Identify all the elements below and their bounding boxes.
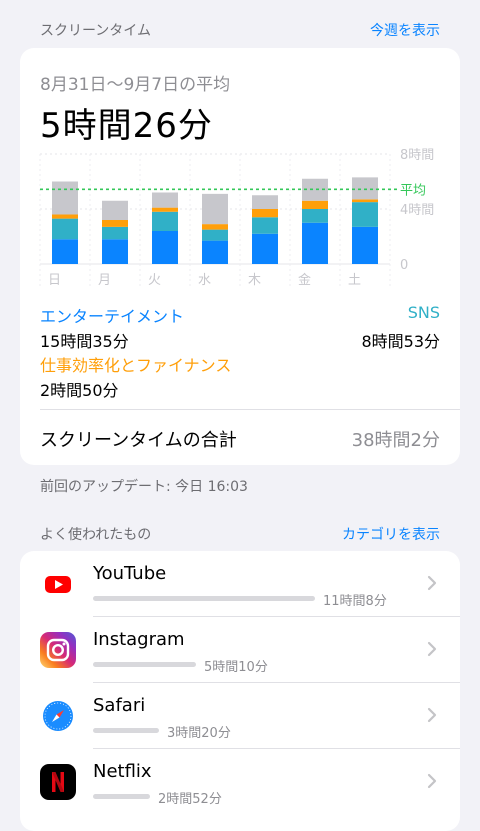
y-tick-label: 0 xyxy=(400,258,408,273)
app-name: Netflix xyxy=(93,761,152,782)
weekly-usage-chart[interactable]: 日 月 火 水 木 金 土 平均 8時間 4時間 0 xyxy=(20,148,460,298)
x-tick-label: 日 xyxy=(48,273,61,288)
bar-segment xyxy=(52,239,78,264)
y-tick-label: 4時間 xyxy=(400,203,434,218)
usage-bar xyxy=(93,728,159,733)
most-used-card: YouTube 11時間8分 Instagram 5時間10分 Safari 3… xyxy=(20,551,460,831)
usage-bar xyxy=(93,596,315,601)
screen-time-section-header: スクリーンタイム 今週を表示 xyxy=(40,20,440,40)
category-productivity-value: 2時間50分 xyxy=(40,381,119,400)
x-tick-label: 土 xyxy=(348,273,361,288)
category-entertainment-label: エンターテイメント xyxy=(40,307,185,326)
legend-row-2: 15時間35分 8時間53分 xyxy=(40,328,440,352)
bar-segment xyxy=(52,218,78,240)
chevron-right-icon xyxy=(427,773,437,789)
instagram-icon xyxy=(40,632,76,668)
app-row-netflix[interactable]: Netflix 2時間52分 xyxy=(20,749,460,815)
bar-segment xyxy=(352,202,378,227)
usage-time: 5時間10分 xyxy=(204,660,268,675)
bar-segment xyxy=(152,231,178,264)
bar-segment xyxy=(252,195,278,209)
x-tick-label: 金 xyxy=(298,272,311,288)
app-row-safari[interactable]: Safari 3時間20分 xyxy=(20,683,460,749)
total-screen-time-value: 38時間2分 xyxy=(351,430,440,451)
usage-time: 11時間8分 xyxy=(323,594,387,609)
category-sns-label: SNS xyxy=(407,303,440,322)
most-used-header: よく使われたもの xyxy=(40,527,152,543)
legend-row-3: 仕事効率化とファイナンス xyxy=(40,352,440,376)
bar-segment xyxy=(302,222,328,264)
bar-segment xyxy=(302,200,328,209)
bar-segment xyxy=(202,240,228,264)
safari-icon xyxy=(40,698,76,734)
y-tick-label: 8時間 xyxy=(400,148,434,163)
total-screen-time-label: スクリーンタイムの合計 xyxy=(40,430,237,451)
usage-time: 3時間20分 xyxy=(167,726,231,741)
total-screen-time-row[interactable]: スクリーンタイムの合計 38時間2分 xyxy=(40,426,440,452)
x-tick-label: 月 xyxy=(98,273,111,288)
usage-bar xyxy=(93,794,150,799)
category-entertainment-value: 15時間35分 xyxy=(40,332,129,351)
bar-segment xyxy=(352,177,378,200)
bar-segment xyxy=(252,233,278,264)
bar-segment xyxy=(252,209,278,218)
app-row-instagram[interactable]: Instagram 5時間10分 xyxy=(20,617,460,683)
x-tick-label: 火 xyxy=(148,273,161,288)
screen-time-card[interactable]: 8月31日〜9月7日の平均 5時間26分 日 月 火 水 木 金 土 平均 8時間 4時間 0 エン… xyxy=(20,48,460,465)
bar-segment xyxy=(102,239,128,264)
bar-segment xyxy=(202,193,228,225)
bar-segment xyxy=(352,226,378,264)
bar-segment xyxy=(102,226,128,240)
app-name: YouTube xyxy=(93,563,167,584)
bar-segment xyxy=(152,211,178,231)
youtube-icon xyxy=(40,566,76,602)
card-divider xyxy=(40,409,460,410)
legend-row-1: エンターテイメント SNS xyxy=(40,303,440,327)
bar-segment xyxy=(302,209,328,223)
bar-segment xyxy=(202,224,228,230)
app-name: Instagram xyxy=(93,629,185,650)
category-productivity-label: 仕事効率化とファイナンス xyxy=(40,356,232,375)
bar-segment xyxy=(152,207,178,212)
bar-segment xyxy=(202,229,228,241)
category-sns-value: 8時間53分 xyxy=(361,332,440,351)
last-update-note: 前回のアップデート: 今日 16:03 xyxy=(40,479,248,495)
show-week-link[interactable]: 今週を表示 xyxy=(370,20,440,40)
bar-segment xyxy=(52,214,78,219)
bar-segment xyxy=(102,200,128,220)
screen-time-header: スクリーンタイム xyxy=(40,23,152,39)
chevron-right-icon xyxy=(427,641,437,657)
daily-average: 5時間26分 xyxy=(40,106,213,146)
most-used-section-header: よく使われたもの カテゴリを表示 xyxy=(40,524,440,544)
bar-segment xyxy=(252,217,278,234)
app-row-youtube[interactable]: YouTube 11時間8分 xyxy=(20,551,460,617)
app-name: Safari xyxy=(93,695,146,716)
average-label: 平均 xyxy=(400,183,426,198)
usage-time: 2時間52分 xyxy=(158,792,222,807)
x-tick-label: 水 xyxy=(198,273,211,288)
netflix-icon xyxy=(40,764,76,800)
bar-segment xyxy=(52,181,78,215)
weekly-usage-chart-svg: 日 月 火 水 木 金 土 平均 8時間 4時間 0 xyxy=(39,148,434,288)
legend-row-4: 2時間50分 xyxy=(40,377,440,401)
date-range-label: 8月31日〜9月7日の平均 xyxy=(40,75,231,95)
usage-bar xyxy=(93,662,196,667)
chevron-right-icon xyxy=(427,575,437,591)
bar-segment xyxy=(152,192,178,208)
bar-segment xyxy=(102,220,128,227)
x-tick-label: 木 xyxy=(248,273,261,288)
bar-segment xyxy=(352,199,378,203)
show-categories-link[interactable]: カテゴリを表示 xyxy=(342,524,440,544)
chevron-right-icon xyxy=(427,707,437,723)
